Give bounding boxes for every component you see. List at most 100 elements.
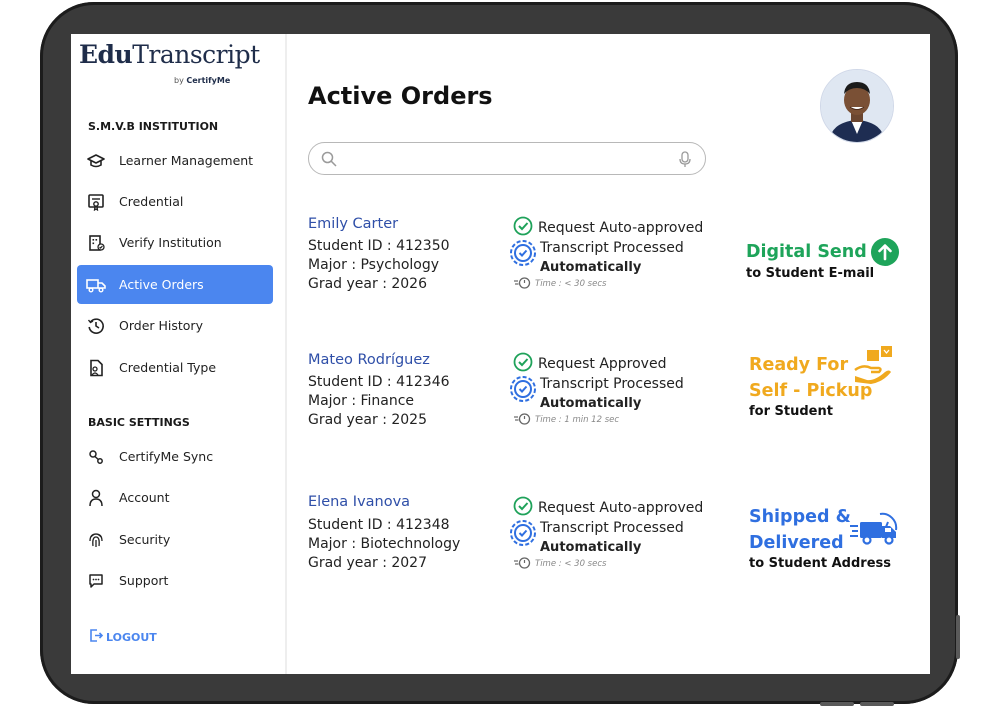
sidebar: EduTranscript by CertifyMe S.M.V.B INSTI… — [71, 34, 287, 674]
student-id: Student ID : 412346 — [308, 374, 450, 390]
check-circle-icon — [513, 216, 533, 240]
student-name[interactable]: Mateo Rodríguez — [308, 352, 430, 368]
check-circle-icon — [513, 352, 533, 376]
status-processed-mode: Automatically — [540, 396, 642, 411]
gear-check-icon — [509, 239, 537, 271]
sidebar-item-account[interactable]: Account — [77, 478, 273, 517]
user-icon — [85, 488, 107, 508]
sidebar-item-security[interactable]: Security — [77, 520, 273, 559]
delivery-subtitle: to Student Address — [749, 556, 891, 571]
status-time: Time : < 30 secs — [514, 556, 606, 572]
sidebar-item-verify-institution[interactable]: Verify Institution — [77, 223, 273, 262]
status-time: Time : < 30 secs — [514, 276, 606, 292]
student-grad-year: Grad year : 2026 — [308, 276, 427, 292]
sync-nodes-icon — [85, 447, 107, 467]
status-time: Time : 1 min 12 sec — [514, 412, 619, 428]
sidebar-item-order-history[interactable]: Order History — [77, 306, 273, 345]
logout-label: LOGOUT — [106, 630, 157, 644]
graduation-cap-icon — [85, 151, 107, 171]
status-time-label: Time : < 30 secs — [535, 279, 607, 289]
logout-button[interactable]: LOGOUT — [89, 628, 157, 646]
check-circle-icon — [513, 496, 533, 520]
search-icon — [321, 151, 337, 171]
student-name[interactable]: Emily Carter — [308, 216, 398, 232]
app-screen: EduTranscript by CertifyMe S.M.V.B INSTI… — [71, 34, 930, 674]
sidebar-item-label: Account — [119, 490, 170, 505]
delivery-title: Digital Send — [746, 238, 899, 266]
order-card[interactable]: Mateo Rodríguez Student ID : 412346 Majo… — [308, 346, 928, 432]
student-id: Student ID : 412348 — [308, 517, 450, 533]
delivery-truck-icon — [850, 510, 900, 552]
status-request-label: Request Auto-approved — [538, 500, 704, 516]
logo-byline: by CertifyMe — [174, 76, 231, 85]
status-processed-label: Transcript Processed — [540, 240, 684, 256]
truck-icon — [85, 275, 107, 295]
logo-wordmark: EduTranscript — [79, 40, 260, 69]
status-request: Request Approved — [513, 352, 666, 376]
sidebar-item-label: Order History — [119, 318, 203, 333]
avatar[interactable] — [820, 69, 894, 143]
status-request: Request Auto-approved — [513, 496, 703, 520]
status-processed: Transcript Processed Automatically — [509, 519, 684, 557]
status-time-label: Time : 1 min 12 sec — [535, 415, 620, 425]
status-processed: Transcript Processed Automatically — [509, 375, 684, 413]
student-major: Major : Finance — [308, 393, 415, 409]
status-processed-mode: Automatically — [540, 540, 642, 555]
tablet-side-button — [956, 615, 960, 659]
tablet-bottom-button — [820, 702, 854, 706]
student-grad-year: Grad year : 2027 — [308, 555, 427, 571]
search-bar[interactable] — [308, 142, 706, 175]
order-card[interactable]: Elena Ivanova Student ID : 412348 Major … — [308, 494, 928, 574]
student-major: Major : Psychology — [308, 257, 440, 273]
basic-settings-title: BASIC SETTINGS — [88, 416, 190, 429]
document-user-icon — [85, 358, 107, 378]
building-check-icon — [85, 233, 107, 253]
sidebar-item-learner-management[interactable]: Learner Management — [77, 141, 273, 180]
microphone-icon[interactable] — [679, 151, 691, 172]
sidebar-item-label: Verify Institution — [119, 235, 222, 250]
student-major: Major : Biotechnology — [308, 536, 461, 552]
student-name[interactable]: Elena Ivanova — [308, 494, 410, 510]
delivery-subtitle: for Student — [749, 404, 833, 419]
status-request: Request Auto-approved — [513, 216, 703, 240]
student-grad-year: Grad year : 2025 — [308, 412, 427, 428]
sidebar-item-label: Active Orders — [119, 277, 204, 292]
status-processed-mode: Automatically — [540, 260, 642, 275]
sidebar-item-active-orders[interactable]: Active Orders — [77, 265, 273, 304]
status-request-label: Request Auto-approved — [538, 220, 704, 236]
hand-package-icon — [853, 346, 897, 390]
sidebar-item-label: Security — [119, 532, 171, 547]
tablet-bottom-button-2 — [860, 702, 894, 706]
stopwatch-icon — [514, 412, 531, 428]
app-logo[interactable]: EduTranscript by CertifyMe — [79, 40, 260, 85]
sidebar-item-certifyme-sync[interactable]: CertifyMe Sync — [77, 437, 273, 476]
gear-check-icon — [509, 375, 537, 407]
certificate-icon — [85, 192, 107, 212]
status-request-label: Request Approved — [538, 356, 667, 372]
logout-icon — [89, 628, 104, 646]
sidebar-item-credential-type[interactable]: Credential Type — [77, 348, 273, 387]
sidebar-item-support[interactable]: Support — [77, 561, 273, 600]
order-card[interactable]: Emily Carter Student ID : 412350 Major :… — [308, 216, 928, 296]
sidebar-item-label: Credential — [119, 194, 184, 209]
status-time-label: Time : < 30 secs — [535, 559, 607, 569]
sidebar-item-label: Credential Type — [119, 360, 217, 375]
status-processed: Transcript Processed Automatically — [509, 239, 684, 277]
status-processed-label: Transcript Processed — [540, 376, 684, 392]
chat-icon — [85, 571, 107, 591]
student-id: Student ID : 412350 — [308, 238, 450, 254]
stopwatch-icon — [514, 556, 531, 572]
delivery-subtitle: to Student E-mail — [746, 266, 875, 281]
upload-arrow-icon — [870, 238, 899, 266]
search-input[interactable] — [343, 147, 667, 173]
delivery-status: Digital Send to Student E-mail — [746, 238, 899, 281]
sidebar-item-label: Learner Management — [119, 153, 254, 168]
sidebar-item-label: Support — [119, 573, 169, 588]
sidebar-item-credential[interactable]: Credential — [77, 182, 273, 221]
stopwatch-icon — [514, 276, 531, 292]
fingerprint-icon — [85, 530, 107, 550]
sidebar-item-label: CertifyMe Sync — [119, 449, 214, 464]
history-icon — [85, 316, 107, 336]
main-content: Active Orders Emily Carter Student ID: … — [287, 34, 930, 674]
page-title: Active Orders — [308, 82, 493, 110]
